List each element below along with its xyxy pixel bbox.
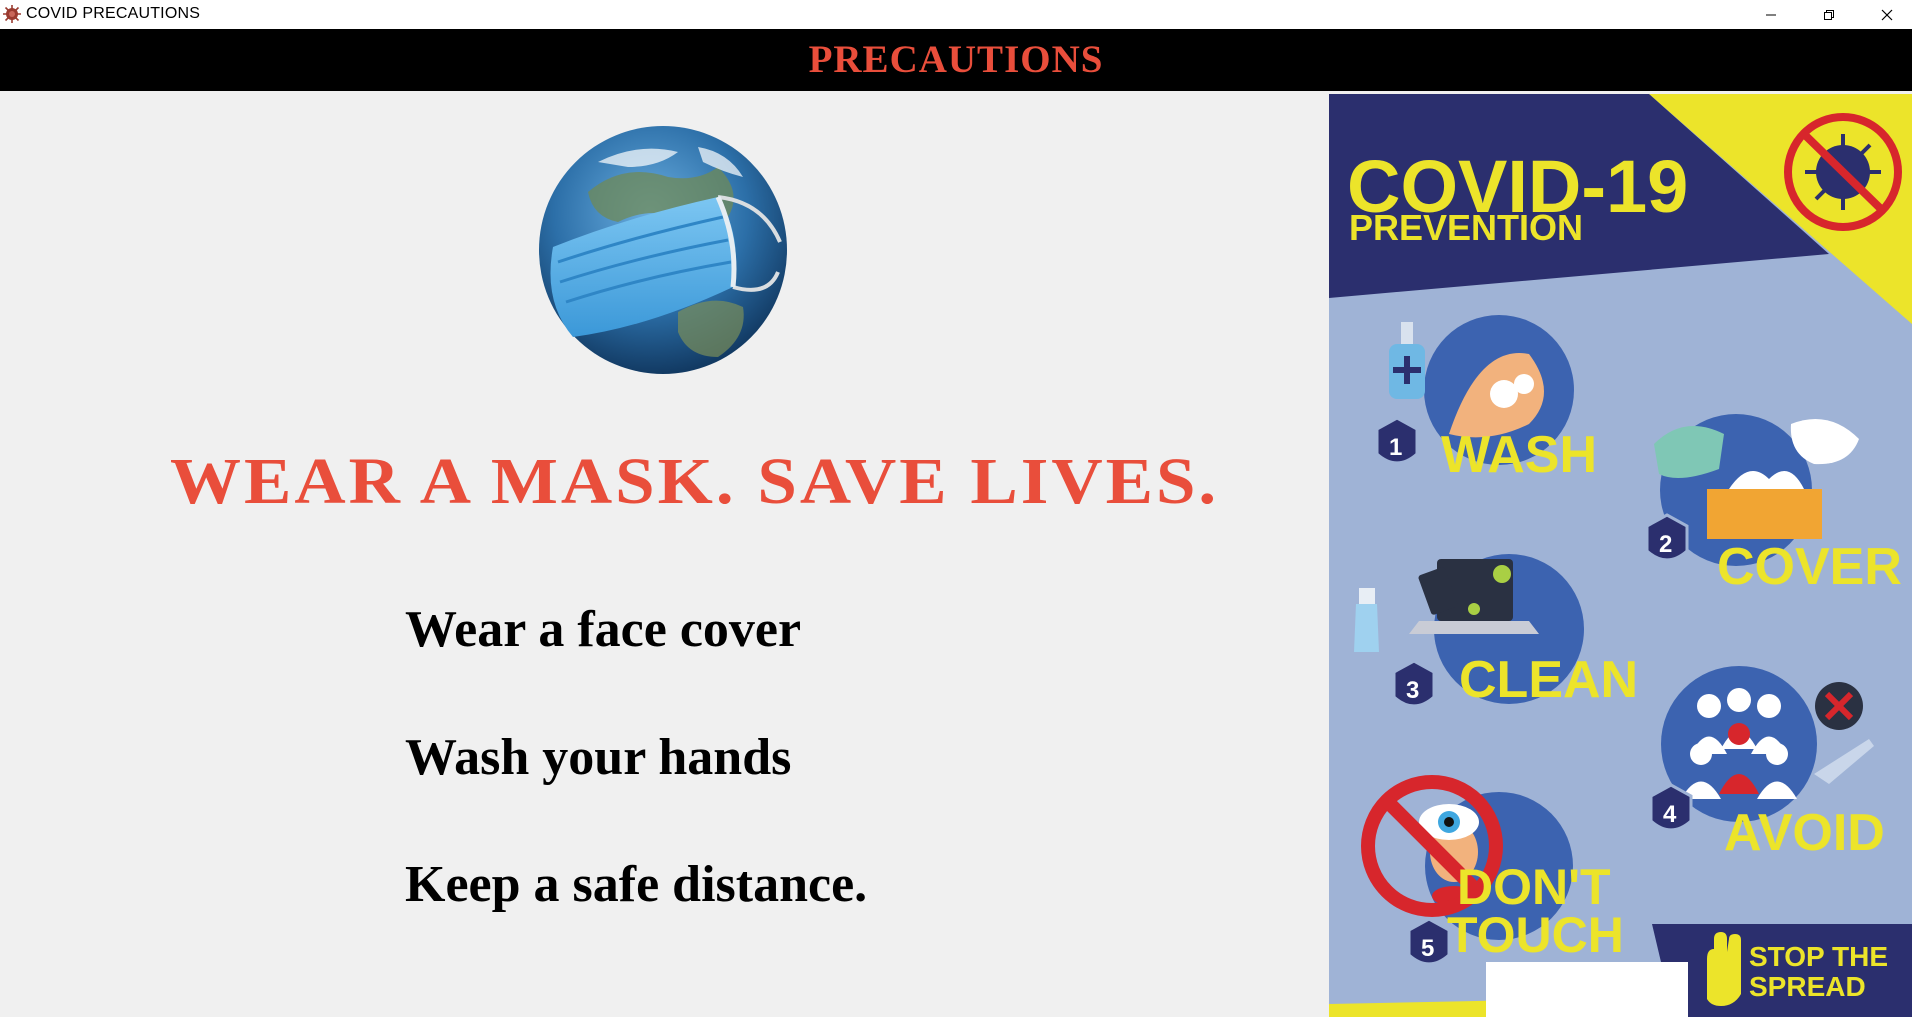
globe-with-mask-image: [539, 126, 787, 374]
header-banner: PRECAUTIONS: [0, 29, 1912, 91]
tip-face-cover: Wear a face cover: [405, 601, 802, 658]
page-title: PRECAUTIONS: [808, 38, 1104, 81]
step-3-label: CLEAN: [1459, 651, 1638, 709]
poster-subtitle: PREVENTION: [1349, 207, 1583, 248]
step-4-label: AVOID: [1724, 804, 1885, 862]
covid-prevention-poster: COVID-19 PREVENTION 1 WASH 2 COVER 3 CLE…: [1329, 94, 1912, 1017]
slogan-heading: WEAR A MASK. SAVE LIVES.: [170, 445, 1220, 518]
close-button[interactable]: [1858, 0, 1912, 29]
step-2-label: COVER: [1717, 538, 1902, 596]
restore-button[interactable]: [1800, 0, 1858, 29]
step-3-number: 3: [1406, 677, 1419, 704]
tip-wash-hands: Wash your hands: [405, 729, 792, 786]
step-5-label-line2: TOUCH: [1447, 907, 1624, 963]
minimize-icon: [1766, 14, 1776, 15]
close-icon: [1881, 9, 1893, 20]
step-1-label: WASH: [1441, 426, 1597, 484]
step-5-number: 5: [1421, 935, 1434, 962]
step-4-number: 4: [1663, 801, 1677, 828]
white-panel: [1486, 962, 1688, 1017]
restore-icon: [1824, 9, 1834, 20]
stop-the-spread-line2: SPREAD: [1749, 971, 1866, 1002]
tip-safe-distance: Keep a safe distance.: [405, 856, 868, 913]
minimize-button[interactable]: [1742, 0, 1800, 29]
stop-the-spread-line1: STOP THE: [1749, 941, 1888, 972]
window-titlebar: COVID PRECAUTIONS: [0, 0, 1912, 29]
step-1-number: 1: [1389, 434, 1402, 461]
step-2-number: 2: [1659, 531, 1672, 558]
virus-app-icon: [3, 5, 21, 23]
window-title: COVID PRECAUTIONS: [26, 5, 201, 22]
no-virus-icon: [1784, 113, 1902, 231]
